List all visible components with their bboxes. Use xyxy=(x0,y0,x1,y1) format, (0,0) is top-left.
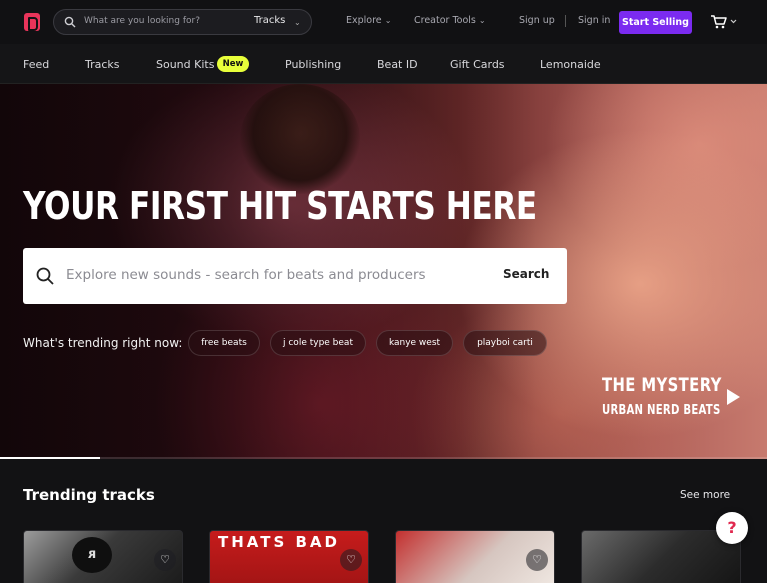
nav-item-beat-id[interactable]: Beat ID xyxy=(377,58,418,71)
search-icon xyxy=(36,267,54,285)
artwork-logo-icon: ᴙ xyxy=(72,537,112,573)
beatstars-logo-icon[interactable] xyxy=(24,13,40,31)
top-bar: What are you looking for? Tracks ⌄ Explo… xyxy=(0,0,767,44)
track-card[interactable] xyxy=(581,530,741,583)
play-icon[interactable] xyxy=(727,389,740,405)
search-icon xyxy=(64,16,76,28)
creator-tools-menu[interactable]: Creator Tools ⌄ xyxy=(414,15,486,26)
track-card[interactable]: ♡ xyxy=(395,530,555,583)
new-badge: New xyxy=(217,56,249,72)
header-search-placeholder[interactable]: What are you looking for? xyxy=(84,16,200,26)
trending-label: What's trending right now: xyxy=(23,336,183,350)
hero-search-button[interactable]: Search xyxy=(503,267,549,281)
carousel-progress-fill xyxy=(0,457,100,459)
nav-item-sound-kits[interactable]: Sound Kits xyxy=(156,58,214,71)
cart-icon[interactable] xyxy=(710,14,738,30)
hero-search-input[interactable]: Explore new sounds - search for beats an… xyxy=(66,267,426,283)
nav-item-tracks[interactable]: Tracks xyxy=(85,58,120,71)
heart-icon[interactable]: ♡ xyxy=(526,549,548,571)
nav-item-feed[interactable]: Feed xyxy=(23,58,49,71)
secondary-nav: Feed Tracks Sound Kits New Publishing Be… xyxy=(0,44,767,84)
see-more-link[interactable]: See more xyxy=(680,489,730,501)
chevron-down-icon: ⌄ xyxy=(478,16,486,25)
sign-up-link[interactable]: Sign up xyxy=(519,15,555,26)
hero-search[interactable]: Explore new sounds - search for beats an… xyxy=(23,248,567,304)
divider xyxy=(565,15,566,27)
chevron-down-icon: ⌄ xyxy=(294,18,301,27)
help-button[interactable]: ? xyxy=(716,512,748,544)
carousel-progress xyxy=(0,457,767,459)
nav-item-lemonaide[interactable]: Lemonaide xyxy=(540,58,601,71)
sign-in-link[interactable]: Sign in xyxy=(578,15,610,26)
nav-item-publishing[interactable]: Publishing xyxy=(285,58,341,71)
trending-chip-free-beats[interactable]: free beats xyxy=(188,330,260,356)
heart-icon[interactable]: ♡ xyxy=(340,549,362,571)
featured-track-artist[interactable]: URBAN NERD BEATS xyxy=(602,403,720,418)
hero-banner: YOUR FIRST HIT STARTS HERE Explore new s… xyxy=(0,84,767,459)
trending-chip-j-cole-type-beat[interactable]: j cole type beat xyxy=(270,330,366,356)
track-card[interactable]: ᴙ ♡ xyxy=(23,530,183,583)
trending-chip-playboi-carti[interactable]: playboi carti xyxy=(463,330,547,356)
track-card[interactable]: THATS BAD ♡ xyxy=(209,530,369,583)
trending-chip-kanye-west[interactable]: kanye west xyxy=(376,330,453,356)
heart-icon[interactable]: ♡ xyxy=(154,549,176,571)
hero-headline: YOUR FIRST HIT STARTS HERE xyxy=(23,184,537,228)
header-search[interactable]: What are you looking for? Tracks ⌄ xyxy=(53,9,312,35)
chevron-down-icon: ⌄ xyxy=(384,16,392,25)
artwork-caption: THATS BAD xyxy=(218,533,340,551)
start-selling-button[interactable]: Start Selling xyxy=(619,11,692,34)
featured-track-title[interactable]: THE MYSTERY xyxy=(602,374,722,396)
explore-menu[interactable]: Explore ⌄ xyxy=(346,15,391,26)
trending-tracks-title: Trending tracks xyxy=(23,486,155,504)
nav-item-gift-cards[interactable]: Gift Cards xyxy=(450,58,505,71)
search-scope-select[interactable]: Tracks xyxy=(254,15,285,26)
